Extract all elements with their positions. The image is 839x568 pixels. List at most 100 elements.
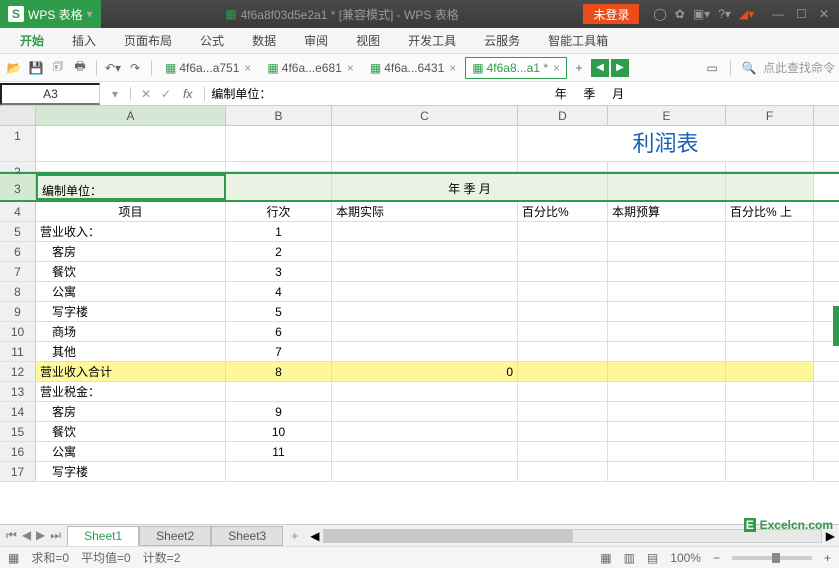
spreadsheet-grid[interactable]: A B C D E F 1 利润表 2 3 编制单位： 年 季 月 4 项目 行… bbox=[0, 106, 839, 524]
sheet-next-icon[interactable]: ▶ bbox=[34, 528, 47, 543]
name-box[interactable] bbox=[0, 83, 100, 105]
col-header-c[interactable]: C bbox=[332, 106, 518, 125]
row-header[interactable]: 6 bbox=[0, 242, 36, 261]
row-16: 16公寓11 bbox=[0, 442, 839, 462]
toolbar: 📂 💾 🗊 🖶 ↶▾ ↷ ▦ 4f6a...a751 ×▦ 4f6a...e68… bbox=[0, 54, 839, 82]
print-preview-icon[interactable]: 🗊 bbox=[48, 58, 68, 78]
menu-开发工具[interactable]: 开发工具 bbox=[394, 32, 470, 49]
maximize-button[interactable]: ☐ bbox=[796, 7, 807, 21]
open-icon[interactable]: 📂 bbox=[4, 58, 24, 78]
cloud-icon[interactable]: ✿ bbox=[675, 7, 685, 21]
skin-icon[interactable]: ▣▾ bbox=[693, 7, 710, 21]
menu-视图[interactable]: 视图 bbox=[342, 32, 394, 49]
row-header[interactable]: 2 bbox=[0, 162, 36, 171]
sheet-prev-icon[interactable]: ◀ bbox=[20, 528, 33, 543]
doc-tab[interactable]: ▦ 4f6a...e681 × bbox=[260, 57, 360, 79]
menu-数据[interactable]: 数据 bbox=[238, 32, 290, 49]
search-icon[interactable]: 🔍 bbox=[739, 58, 759, 78]
close-button[interactable]: ✕ bbox=[819, 7, 829, 21]
row-header[interactable]: 13 bbox=[0, 382, 36, 401]
row-15: 15餐饮10 bbox=[0, 422, 839, 442]
menu-智能工具箱[interactable]: 智能工具箱 bbox=[534, 32, 622, 49]
menu-公式[interactable]: 公式 bbox=[186, 32, 238, 49]
active-cell[interactable]: 编制单位： bbox=[36, 174, 226, 200]
app-menu-dropdown[interactable]: ▾ bbox=[87, 7, 93, 21]
sheet-tab-Sheet3[interactable]: Sheet3 bbox=[211, 526, 283, 546]
row-header[interactable]: 14 bbox=[0, 402, 36, 421]
print-icon[interactable]: 🖶 bbox=[70, 58, 90, 78]
vertical-scroll-indicator[interactable] bbox=[833, 306, 839, 346]
row-3: 3 编制单位： 年 季 月 bbox=[0, 172, 839, 202]
search-hint[interactable]: 点此查找命令 bbox=[763, 59, 835, 76]
row-header[interactable]: 16 bbox=[0, 442, 36, 461]
menu-插入[interactable]: 插入 bbox=[58, 32, 110, 49]
doc-tab[interactable]: ▦ 4f6a...6431 × bbox=[363, 57, 463, 79]
login-button[interactable]: 未登录 bbox=[583, 4, 639, 24]
row-header[interactable]: 1 bbox=[0, 126, 36, 161]
row-12: 12营业收入合计80 bbox=[0, 362, 839, 382]
tab-nav-next[interactable]: ▶ bbox=[611, 59, 629, 77]
row-13: 13营业税金： bbox=[0, 382, 839, 402]
col-header-d[interactable]: D bbox=[518, 106, 608, 125]
row-header[interactable]: 7 bbox=[0, 262, 36, 281]
name-dropdown-icon[interactable]: ▾ bbox=[106, 87, 124, 101]
row-header[interactable]: 5 bbox=[0, 222, 36, 241]
row-header[interactable]: 10 bbox=[0, 322, 36, 341]
title-quick-icons: ◯ ✿ ▣▾ ?▾ ◢▾ bbox=[645, 7, 762, 21]
col-header-e[interactable]: E bbox=[608, 106, 726, 125]
select-all-corner[interactable] bbox=[0, 106, 36, 125]
row-header[interactable]: 4 bbox=[0, 202, 36, 221]
row-header[interactable]: 15 bbox=[0, 422, 36, 441]
confirm-icon[interactable]: ✓ bbox=[157, 87, 175, 101]
col-header-a[interactable]: A bbox=[36, 106, 226, 125]
row-4: 4 项目 行次 本期实际 百分比% 本期预算 百分比% 上 bbox=[0, 202, 839, 222]
document-title: ▦ 4f6a8f03d5e2a1 * [兼容模式] - WPS 表格 bbox=[101, 6, 584, 23]
row-header[interactable]: 9 bbox=[0, 302, 36, 321]
close-tab-icon[interactable]: × bbox=[449, 61, 456, 75]
sheet-first-icon[interactable]: ⏮ bbox=[4, 528, 19, 543]
menu-页面布局[interactable]: 页面布局 bbox=[110, 32, 186, 49]
scroll-left-icon[interactable]: ◀ bbox=[310, 529, 319, 543]
undo-icon[interactable]: ↶▾ bbox=[103, 58, 123, 78]
row-14: 14客房9 bbox=[0, 402, 839, 422]
add-sheet-button[interactable]: + bbox=[283, 529, 306, 543]
redo-icon[interactable]: ↷ bbox=[125, 58, 145, 78]
cancel-icon[interactable]: ✕ bbox=[137, 87, 155, 101]
sheet-last-icon[interactable]: ⏭ bbox=[48, 528, 63, 543]
row-header[interactable]: 11 bbox=[0, 342, 36, 361]
formula-input[interactable] bbox=[205, 85, 839, 103]
scroll-thumb[interactable] bbox=[324, 530, 572, 542]
close-tab-icon[interactable]: × bbox=[244, 61, 251, 75]
window-list-icon[interactable]: ▭ bbox=[702, 58, 722, 78]
col-header-f[interactable]: F bbox=[726, 106, 814, 125]
sheet-nav: ⏮ ◀ ▶ ⏭ bbox=[0, 528, 67, 543]
row-header[interactable]: 8 bbox=[0, 282, 36, 301]
sheet-tab-Sheet2[interactable]: Sheet2 bbox=[139, 526, 211, 546]
row-header[interactable]: 17 bbox=[0, 462, 36, 481]
row-6: 6客房2 bbox=[0, 242, 839, 262]
close-tab-icon[interactable]: × bbox=[553, 61, 560, 75]
menu-开始[interactable]: 开始 bbox=[6, 32, 58, 49]
add-tab-button[interactable]: + bbox=[569, 58, 589, 78]
doc-tab[interactable]: ▦ 4f6a8...a1 * × bbox=[465, 57, 567, 79]
doc-tab[interactable]: ▦ 4f6a...a751 × bbox=[158, 57, 258, 79]
menu-审阅[interactable]: 审阅 bbox=[290, 32, 342, 49]
window-controls: — ☐ ✕ bbox=[762, 7, 839, 21]
sheet-tab-Sheet1[interactable]: Sheet1 bbox=[67, 526, 139, 546]
row-8: 8公寓4 bbox=[0, 282, 839, 302]
help-icon[interactable]: ?▾ bbox=[718, 7, 731, 21]
col-header-b[interactable]: B bbox=[226, 106, 332, 125]
menu-云服务[interactable]: 云服务 bbox=[470, 32, 534, 49]
row-17: 17写字楼 bbox=[0, 462, 839, 482]
tab-nav-prev[interactable]: ◀ bbox=[591, 59, 609, 77]
minimize-button[interactable]: — bbox=[772, 7, 784, 21]
sync-icon[interactable]: ◯ bbox=[653, 7, 666, 21]
save-icon[interactable]: 💾 bbox=[26, 58, 46, 78]
close-tab-icon[interactable]: × bbox=[347, 61, 354, 75]
row-1: 1 利润表 bbox=[0, 126, 839, 162]
fx-icon[interactable]: fx bbox=[177, 87, 198, 101]
pin-icon[interactable]: ◢▾ bbox=[739, 7, 754, 21]
row-header[interactable]: 3 bbox=[0, 174, 36, 200]
title-cell[interactable]: 利润表 bbox=[518, 126, 814, 161]
row-header[interactable]: 12 bbox=[0, 362, 36, 381]
